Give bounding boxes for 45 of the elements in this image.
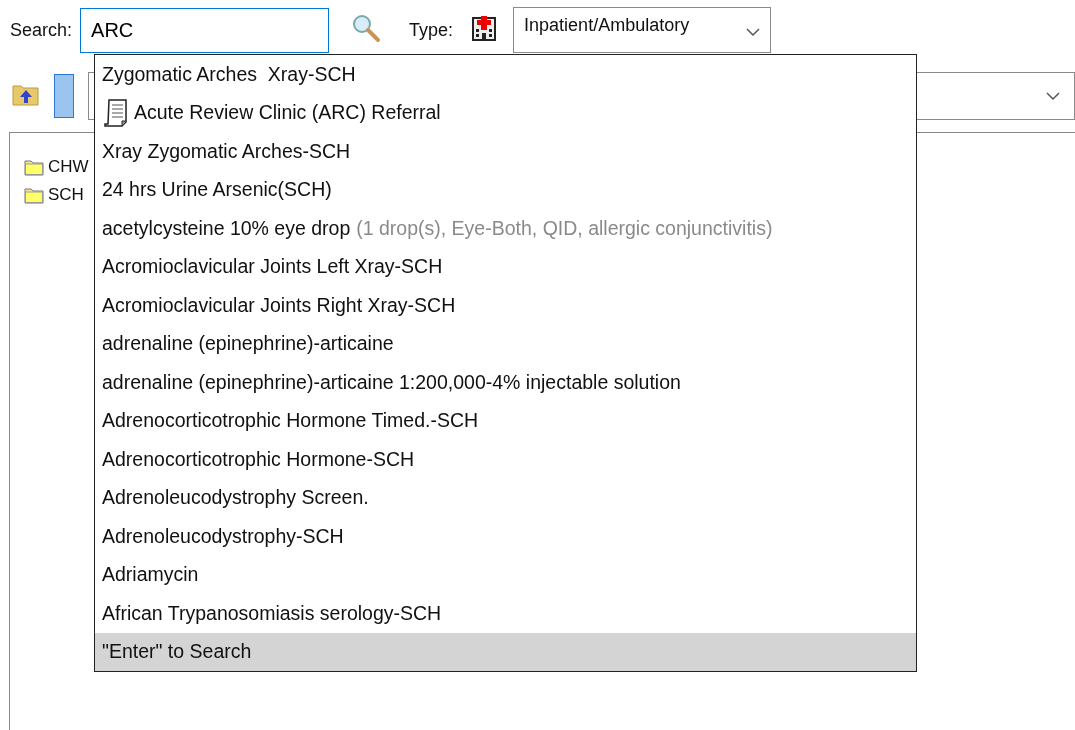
type-dropdown[interactable]: Inpatient/Ambulatory xyxy=(513,7,772,53)
suggestion-text: 24 hrs Urine Arsenic(SCH) xyxy=(102,178,332,202)
suggestion-text: Adrenoleucodystrophy-SCH xyxy=(102,524,344,548)
suggestion-item[interactable]: African Trypanosomiasis serology-SCH xyxy=(95,594,916,633)
suggestion-text: Adrenoleucodystrophy Screen. xyxy=(102,486,369,510)
suggestion-item[interactable]: acetylcysteine 10% eye drop (1 drop(s), Eye-Both, QID, allergic conjunctivitis) xyxy=(95,209,916,248)
suggestion-text: adrenaline (epinephrine)-articaine 1:200,000-4% injectable solution xyxy=(102,370,681,394)
search-field[interactable]: ARC xyxy=(80,7,330,53)
suggestion-text: Acute Review Clinic (ARC) Referral xyxy=(134,101,441,125)
tree-item[interactable]: CHW xyxy=(48,157,89,177)
suggestion-text: Acromioclavicular Joints Left Xray-SCH xyxy=(102,255,443,279)
suggestion-text: Zygomatic Arches Xray-SCH xyxy=(102,62,356,86)
tree-item[interactable]: SCH xyxy=(48,185,84,205)
suggestion-item[interactable]: Adriamycin xyxy=(95,555,916,594)
enter-to-search-hint[interactable]: "Enter" to Search xyxy=(95,632,916,671)
suggestion-item[interactable]: Xray Zygomatic Arches-SCH xyxy=(95,132,916,171)
suggestion-item[interactable]: Adrenocorticotrophic Hormone-SCH xyxy=(95,440,916,479)
suggestion-item[interactable]: Acromioclavicular Joints Left Xray-SCH xyxy=(95,247,916,286)
suggestion-text: Adriamycin xyxy=(102,563,199,587)
suggestion-text: African Trypanosomiasis serology-SCH xyxy=(102,601,442,625)
folder-icon xyxy=(24,157,46,177)
search-icon xyxy=(351,13,382,43)
suggestion-text: Adrenocorticotrophic Hormone Timed.-SCH xyxy=(102,409,479,433)
hospital-icon xyxy=(471,14,498,42)
suggestion-item[interactable]: Acute Review Clinic (ARC) Referral xyxy=(95,93,916,132)
suggestion-item[interactable]: Zygomatic Arches Xray-SCH xyxy=(95,55,916,94)
chevron-down-icon xyxy=(1046,91,1060,101)
suggestion-detail: (1 drop(s), Eye-Both, QID, allergic conjunctivitis) xyxy=(356,216,773,240)
suggestion-text: Acromioclavicular Joints Right Xray-SCH xyxy=(102,293,456,317)
search-label: Search: xyxy=(10,19,73,41)
suggestion-item[interactable]: adrenaline (epinephrine)-articaine 1:200,000-4% injectable solution xyxy=(95,363,916,402)
suggestion-text: Adrenocorticotrophic Hormone-SCH xyxy=(102,447,415,471)
suggestion-item[interactable]: Acromioclavicular Joints Right Xray-SCH xyxy=(95,286,916,325)
suggestion-item[interactable]: 24 hrs Urine Arsenic(SCH) xyxy=(95,170,916,209)
folder-icon xyxy=(24,185,46,205)
type-label: Type: xyxy=(409,19,454,41)
suggestion-item[interactable]: adrenaline (epinephrine)-articaine xyxy=(95,324,916,363)
suggestion-item[interactable]: Adrenoleucodystrophy Screen. xyxy=(95,478,916,517)
suggestion-text: adrenaline (epinephrine)-articaine xyxy=(102,332,394,356)
suggestion-item[interactable]: Adrenocorticotrophic Hormone Timed.-SCH xyxy=(95,401,916,440)
suggestion-text: acetylcysteine 10% eye drop xyxy=(102,216,351,240)
suggestion-text: Xray Zygomatic Arches-SCH xyxy=(102,139,351,163)
suggestion-item[interactable]: Adrenoleucodystrophy-SCH xyxy=(95,517,916,556)
chevron-down-icon xyxy=(746,28,761,37)
type-value: Inpatient/Ambulatory xyxy=(524,15,690,36)
